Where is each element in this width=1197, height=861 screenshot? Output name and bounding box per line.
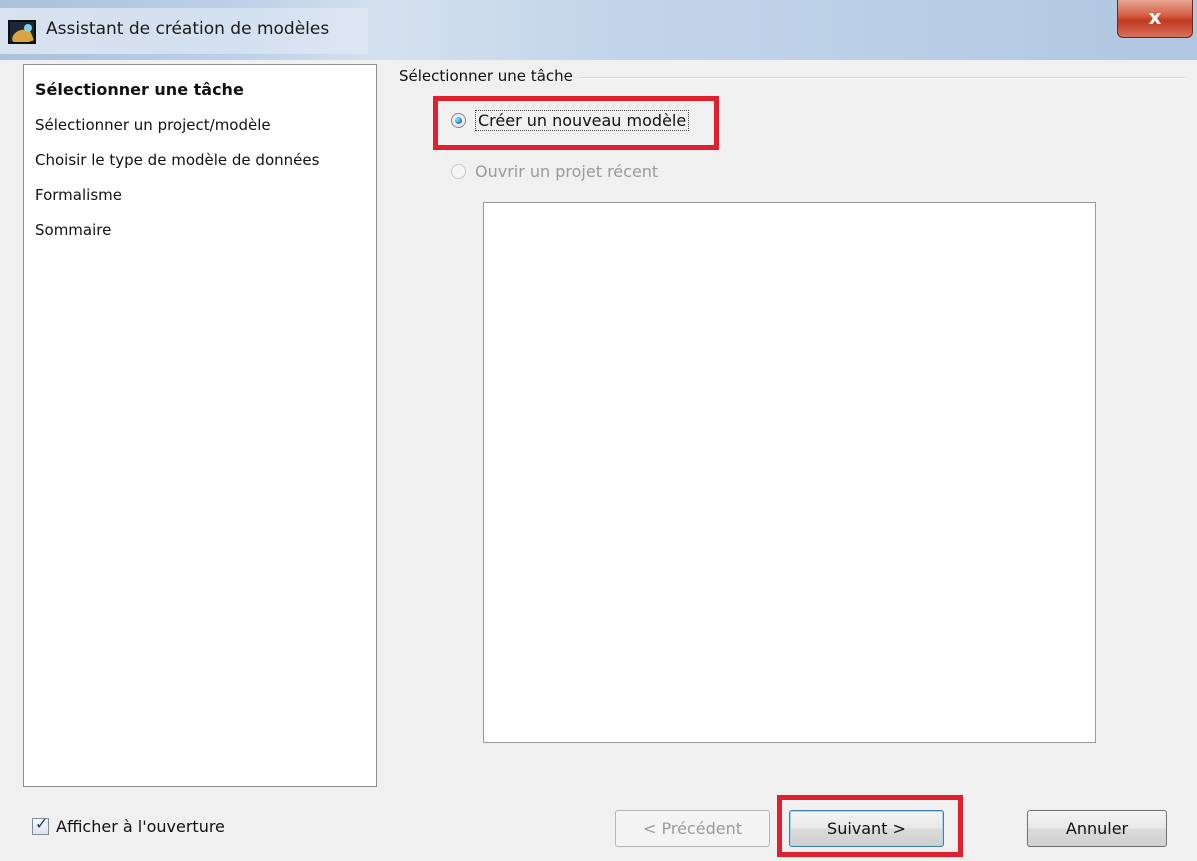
show-on-open-row[interactable]: ✓ Afficher à l'ouverture <box>32 814 225 836</box>
previous-button: < Précédent <box>615 810 770 847</box>
highlight-new-model <box>433 96 719 150</box>
highlight-next-button <box>777 795 963 857</box>
wizard-steps-panel: Sélectionner une tâche Sélectionner un p… <box>23 64 377 787</box>
checkmark-icon: ✓ <box>35 814 49 833</box>
nav-step-summary[interactable]: Sommaire <box>35 221 111 239</box>
show-on-open-label[interactable]: Afficher à l'ouverture <box>56 817 225 836</box>
close-x-icon: x <box>1148 5 1162 29</box>
window-title: Assistant de création de modèles <box>46 19 330 39</box>
radio-open-recent-row: Ouvrir un projet récent <box>451 162 658 181</box>
radio-open-recent-label: Ouvrir un projet récent <box>475 162 659 181</box>
app-logo-icon <box>8 20 36 44</box>
nav-step-select-project[interactable]: Sélectionner un project/modèle <box>35 116 271 134</box>
nav-step-formalism[interactable]: Formalisme <box>35 186 122 204</box>
cancel-button[interactable]: Annuler <box>1027 810 1167 847</box>
wizard-window: Assistant de création de modèles x Sélec… <box>0 0 1197 861</box>
app-logo-dot <box>24 24 32 32</box>
task-group-title: Sélectionner une tâche <box>399 67 579 85</box>
nav-step-data-model-type[interactable]: Choisir le type de modèle de données <box>35 151 319 169</box>
title-bar[interactable]: Assistant de création de modèles x <box>0 0 1197 60</box>
radio-open-recent <box>451 164 466 179</box>
show-on-open-checkbox[interactable]: ✓ <box>32 814 49 835</box>
nav-step-select-task[interactable]: Sélectionner une tâche <box>35 80 244 99</box>
recent-projects-list[interactable] <box>483 202 1096 743</box>
close-button[interactable]: x <box>1117 0 1193 38</box>
